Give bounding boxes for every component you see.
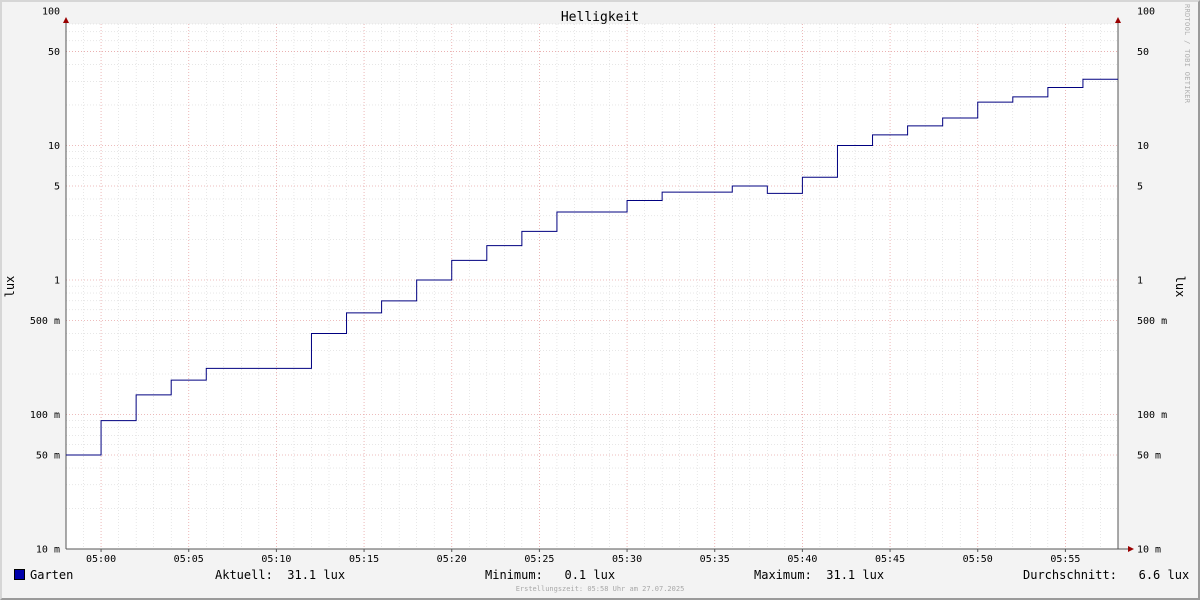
creation-time: Erstellungszeit: 05:58 Uhr am 27.07.2025 — [515, 585, 685, 593]
x-tick-label: 05:10 — [261, 554, 291, 565]
legend-maximum: Maximum: 31.1 lux — [754, 568, 885, 582]
x-tick-label: 05:25 — [524, 554, 554, 565]
legend-current: Aktuell: 31.1 lux — [215, 568, 346, 582]
y-tick-label-left: 50 m — [36, 450, 60, 461]
y-tick-label-right: 50 m — [1137, 450, 1161, 461]
x-tick-label: 05:20 — [437, 554, 467, 565]
legend-minimum: Minimum: 0.1 lux — [485, 568, 616, 582]
y-axis-right-arrow-icon — [1115, 17, 1121, 23]
x-tick-label: 05:55 — [1050, 554, 1080, 565]
chart-area: 05:00 05:05 05:10 05:15 05:20 05:25 05:30 05:35… — [3, 6, 1187, 565]
y-tick-label-left: 100 m — [30, 410, 60, 421]
y-tick-label-right: 100 m — [1137, 410, 1167, 421]
y-tick-label-right: 1 — [1137, 275, 1143, 286]
legend-average: Durchschnitt: 6.6 lux — [1023, 568, 1190, 582]
y-tick-label-right: 500 m — [1137, 316, 1167, 327]
x-tick-label: 05:50 — [963, 554, 993, 565]
y-axis-label-left: lux — [3, 276, 17, 298]
y-tick-label-right: 100 — [1137, 6, 1155, 17]
x-tick-label: 05:05 — [174, 554, 204, 565]
legend: Garten Aktuell: 31.1 lux Minimum: 0.1 lu… — [0, 566, 1200, 584]
y-tick-label-left: 10 m — [36, 545, 60, 556]
y-tick-label-left: 1 — [54, 275, 60, 286]
y-tick-label-left: 10 — [48, 141, 60, 152]
grid-layer — [65, 23, 1119, 550]
y-tick-label-left: 100 — [42, 6, 60, 17]
x-tick-label: 05:45 — [875, 554, 905, 565]
x-axis-arrow-icon — [1128, 546, 1134, 552]
x-tick-label: 05:35 — [700, 554, 730, 565]
x-tick-label: 05:00 — [86, 554, 116, 565]
y-tick-label-right: 5 — [1137, 181, 1143, 192]
y-axis-left-arrow-icon — [63, 17, 69, 23]
x-tick-label: 05:40 — [787, 554, 817, 565]
legend-swatch-garten — [14, 569, 25, 580]
x-tick-label: 05:15 — [349, 554, 379, 565]
y-tick-label-left: 5 — [54, 181, 60, 192]
y-tick-label-right: 10 — [1137, 141, 1149, 152]
legend-series-name: Garten — [30, 568, 74, 582]
y-tick-label-right: 10 m — [1137, 545, 1161, 556]
y-tick-label-left: 50 — [48, 47, 60, 58]
y-axis-label-right: lux — [1173, 276, 1187, 298]
y-tick-label-right: 50 — [1137, 47, 1149, 58]
x-tick-label: 05:30 — [612, 554, 642, 565]
y-tick-label-left: 500 m — [30, 316, 60, 327]
